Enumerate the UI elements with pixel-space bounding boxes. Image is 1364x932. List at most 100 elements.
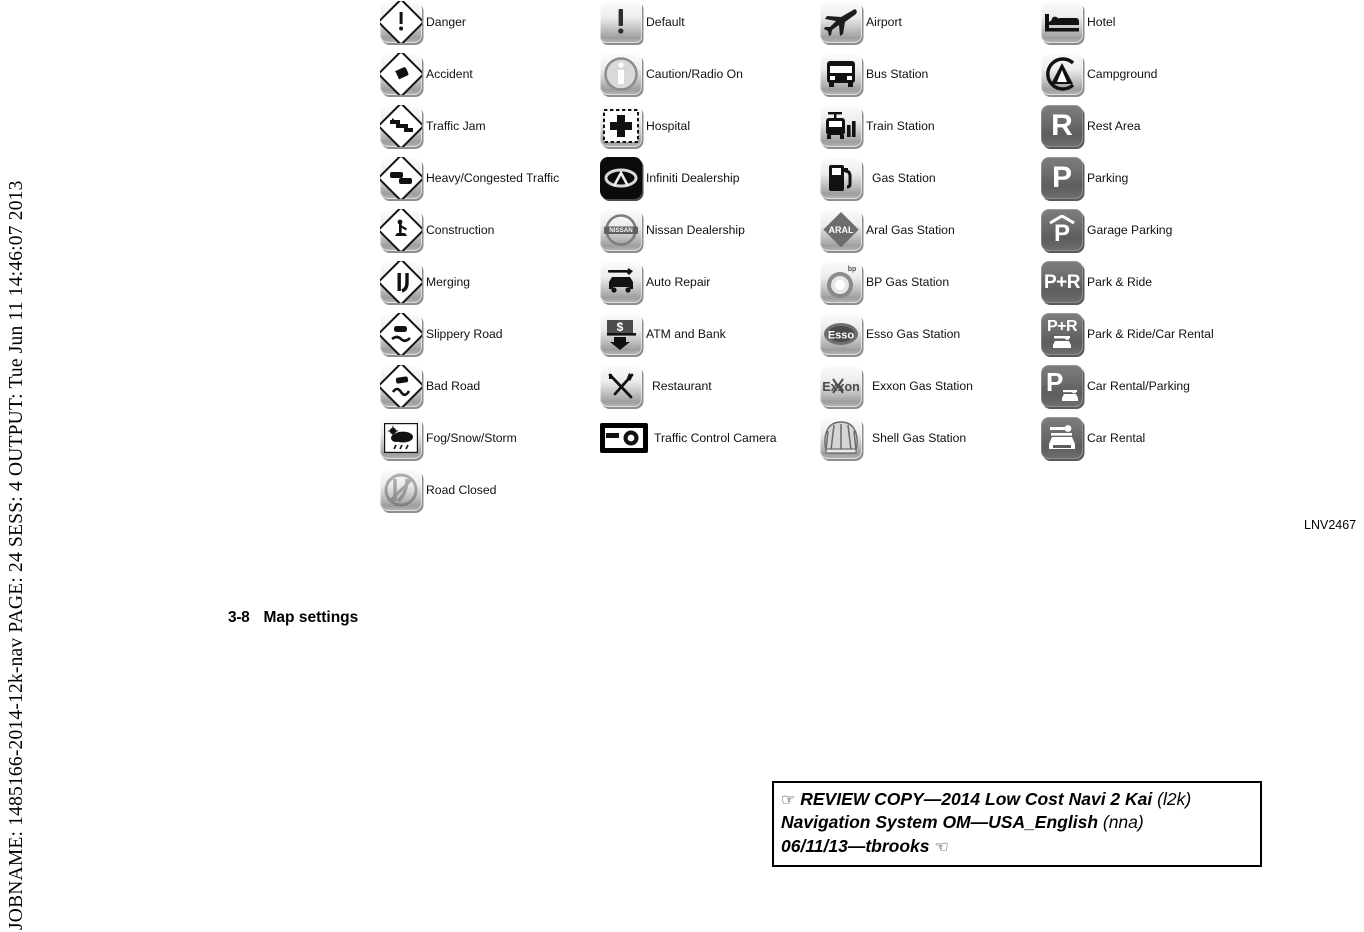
legend-column-traffic: Danger Accident Traffic Jam Heavy/Conges… (380, 0, 590, 516)
list-item: Bus Station (820, 48, 1030, 100)
traffic-control-camera-icon (600, 415, 654, 461)
default-exclamation-icon (600, 0, 646, 45)
review-line-1-paren: (l2k) (1157, 789, 1192, 809)
hospital-icon (600, 103, 646, 149)
garage-parking-badge-text: P (1053, 219, 1070, 247)
list-item-label: Road Closed (426, 483, 497, 497)
bp-gas-station-icon: bp (820, 259, 866, 305)
review-copy-stamp: ☞ REVIEW COPY—2014 Low Cost Navi 2 Kai (… (772, 781, 1262, 867)
list-item-label: Garage Parking (1087, 223, 1173, 237)
list-item-label: Construction (426, 223, 495, 237)
restaurant-icon (600, 363, 646, 409)
nissan-dealership-icon: NISSAN (600, 207, 646, 253)
list-item-label: Bus Station (866, 67, 929, 81)
list-item-label: Infiniti Dealership (646, 171, 740, 185)
list-item: P+R Park & Ride (1041, 256, 1271, 308)
slippery-road-diamond-icon (380, 311, 426, 357)
atm-and-bank-icon: $ (600, 311, 646, 357)
page-number: 3-8 (228, 609, 250, 626)
list-item: Bad Road (380, 360, 590, 412)
list-item: R Rest Area (1041, 100, 1271, 152)
bad-road-diamond-icon (380, 363, 426, 409)
train-station-icon (820, 103, 866, 149)
list-item-label: Park & Ride (1087, 275, 1153, 289)
list-item: Restaurant (600, 360, 810, 412)
list-item-label: Car Rental/Parking (1087, 379, 1190, 393)
list-item: Fog/Snow/Storm (380, 412, 590, 464)
list-item: Auto Repair (600, 256, 810, 308)
rest-area-badge-text: R (1051, 109, 1073, 142)
list-item: Traffic Jam (380, 100, 590, 152)
list-item: Car Rental (1041, 412, 1271, 464)
list-item-label: Auto Repair (646, 275, 711, 289)
car-rental-parking-icon: P (1041, 363, 1087, 409)
hand-pointing-right-icon: ☞ (781, 792, 796, 809)
esso-badge-text: Esso (828, 330, 855, 342)
parking-badge-text: P (1051, 161, 1072, 194)
legend-column-lodging-parking: Hotel Campground R Rest Area P Parking P… (1041, 0, 1271, 464)
list-item: Hospital (600, 100, 810, 152)
park-and-ride-badge-text: P+R (1044, 271, 1081, 293)
shell-gas-station-icon (820, 415, 866, 461)
list-item-label: Default (646, 15, 685, 29)
list-item: Danger (380, 0, 590, 48)
parking-icon: P (1041, 155, 1087, 201)
rest-area-icon: R (1041, 103, 1087, 149)
park-ride-car-rental-badge-text: P+R (1046, 318, 1078, 335)
gas-station-icon (820, 155, 866, 201)
danger-diamond-icon (380, 0, 426, 45)
list-item-label: Slippery Road (426, 327, 503, 341)
svg-text:bp: bp (848, 266, 857, 273)
list-item-label: Hospital (646, 119, 691, 133)
list-item: Construction (380, 204, 590, 256)
park-and-ride-car-rental-icon: P+R (1041, 311, 1087, 357)
list-item: Hotel (1041, 0, 1271, 48)
review-line-1-main: REVIEW COPY—2014 Low Cost Navi 2 Kai (800, 789, 1158, 809)
review-line-3-main: 06/11/13—tbrooks (781, 835, 930, 856)
hand-pointing-left-icon: ☜ (934, 838, 949, 856)
list-item-label: Campground (1087, 67, 1158, 81)
list-item-label: Heavy/Congested Traffic (426, 171, 560, 185)
list-item-label: Parking (1087, 171, 1129, 185)
list-item-label: Gas Station (872, 171, 936, 185)
hotel-icon (1041, 0, 1087, 45)
list-item: P Garage Parking (1041, 204, 1271, 256)
list-item: P+R Park & Ride/Car Rental (1041, 308, 1271, 360)
list-item: Merging (380, 256, 590, 308)
figure-id: LNV2467 (1304, 518, 1357, 532)
list-item: Gas Station (820, 152, 1030, 204)
list-item-label: Shell Gas Station (872, 431, 967, 445)
list-item: Accident (380, 48, 590, 100)
list-item-label: Car Rental (1087, 431, 1146, 445)
list-item-label: Traffic Jam (426, 119, 486, 133)
list-item-label: Airport (866, 15, 902, 29)
list-item: Road Closed (380, 464, 590, 516)
campground-icon (1041, 51, 1087, 97)
list-item: Caution/Radio On (600, 48, 810, 100)
list-item-label: Nissan Dealership (646, 223, 745, 237)
list-item-label: ATM and Bank (646, 327, 726, 341)
review-line-2-paren: (nna) (1102, 812, 1144, 833)
list-item: ARAL Aral Gas Station (820, 204, 1030, 256)
accident-diamond-icon (380, 51, 426, 97)
list-item-label: Fog/Snow/Storm (426, 431, 517, 445)
list-item: P Parking (1041, 152, 1271, 204)
list-item-label: Exxon Gas Station (872, 379, 973, 393)
review-line-3: 06/11/13—tbrooks ☜ (781, 835, 1253, 858)
aral-badge-text: ARAL (829, 225, 854, 235)
list-item: Infiniti Dealership (600, 152, 810, 204)
list-item: Esso Esso Gas Station (820, 308, 1030, 360)
car-rental-icon (1041, 415, 1087, 461)
list-item-label: BP Gas Station (866, 275, 950, 289)
list-item: Shell Gas Station (820, 412, 1030, 464)
list-item-label: Caution/Radio On (646, 67, 743, 81)
list-item-label: Esso Gas Station (866, 327, 961, 341)
park-and-ride-icon: P+R (1041, 259, 1087, 305)
list-item: Default (600, 0, 810, 48)
garage-parking-icon: P (1041, 207, 1087, 253)
list-item-label: Restaurant (652, 379, 712, 393)
traffic-jam-diamond-icon (380, 103, 426, 149)
svg-text:$: $ (617, 320, 624, 334)
list-item-label: Aral Gas Station (866, 223, 955, 237)
list-item: $ ATM and Bank (600, 308, 810, 360)
